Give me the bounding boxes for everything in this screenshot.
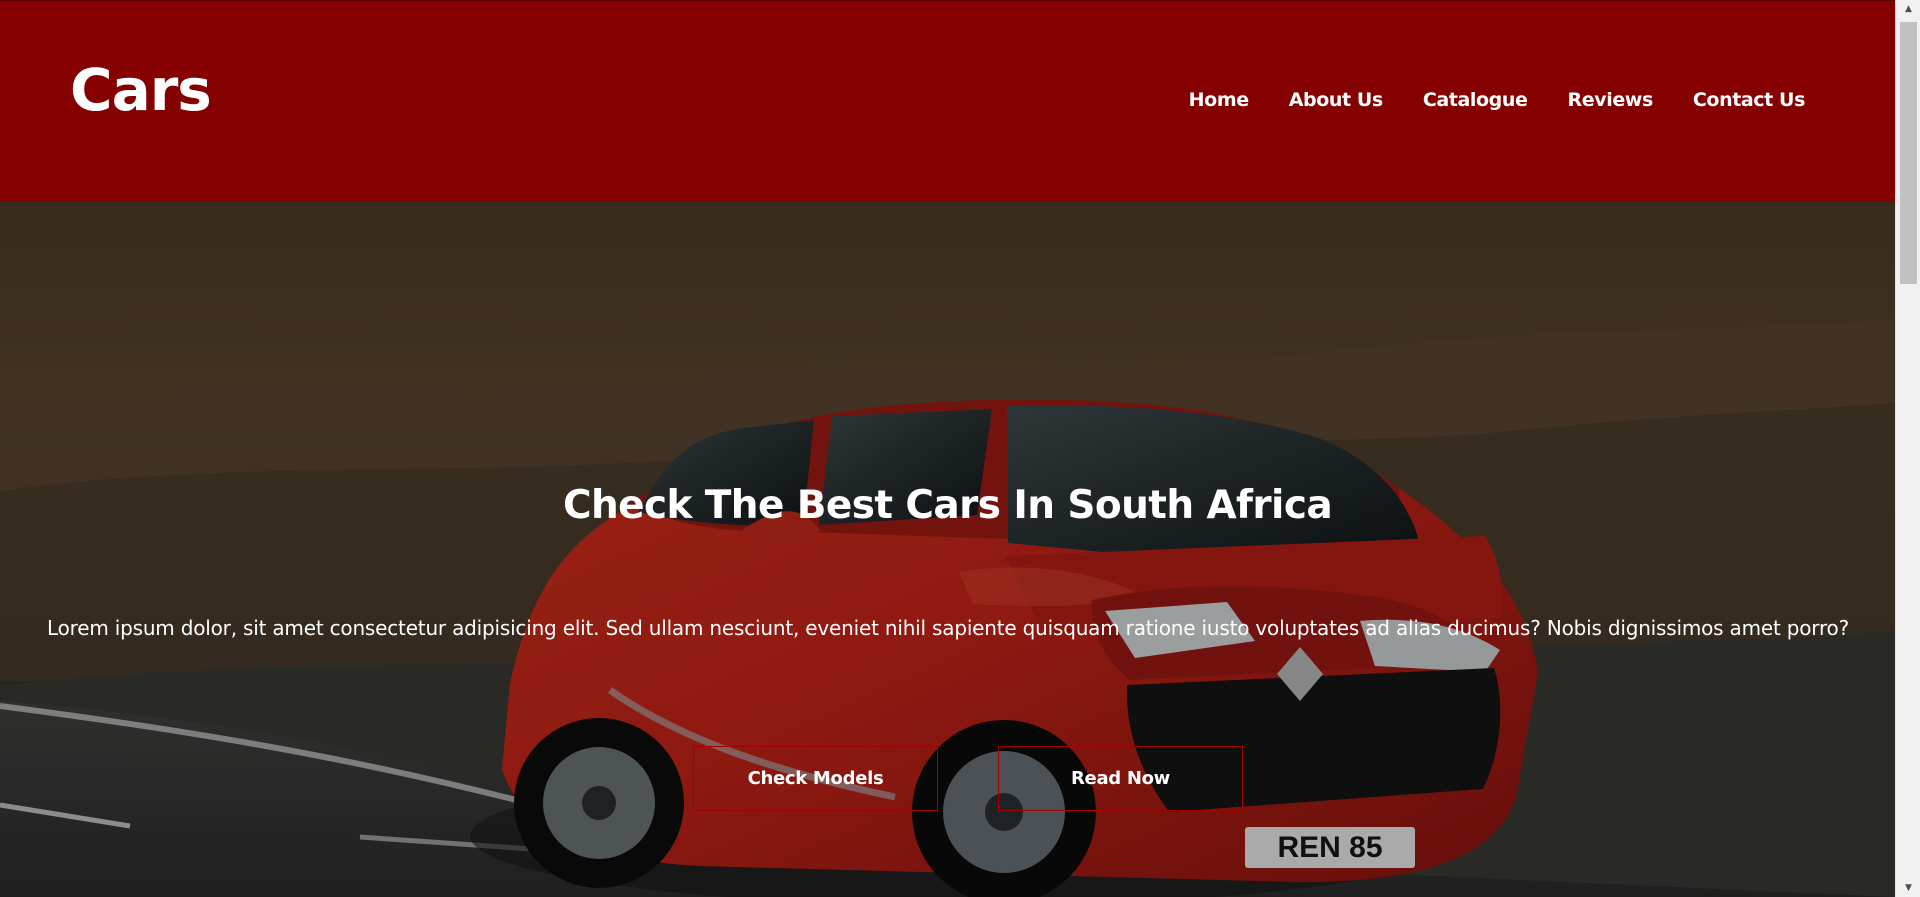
site-logo[interactable]: Cars (70, 61, 212, 119)
page-scrollbar[interactable]: ▲ ▼ (1895, 0, 1920, 897)
scroll-up-icon[interactable]: ▲ (1896, 0, 1920, 18)
scroll-down-icon[interactable]: ▼ (1896, 879, 1920, 897)
nav-reviews-link[interactable]: Reviews (1568, 89, 1654, 111)
hero-actions: Check Models Read Now (693, 746, 1243, 811)
hero-section: REN 85 Check The Best Cars In South Afri… (0, 201, 1895, 897)
site-header: Cars Home About Us Catalogue Reviews Con… (0, 0, 1895, 201)
nav-about-link[interactable]: About Us (1289, 89, 1384, 111)
hero-description: Lorem ipsum dolor, sit amet consectetur … (47, 616, 1849, 640)
scrollbar-thumb[interactable] (1900, 22, 1917, 284)
nav-home-link[interactable]: Home (1189, 89, 1249, 111)
check-models-button[interactable]: Check Models (693, 746, 938, 811)
nav-contact-link[interactable]: Contact Us (1693, 89, 1806, 111)
nav-catalogue-link[interactable]: Catalogue (1423, 89, 1528, 111)
main-navigation: Home About Us Catalogue Reviews Contact … (1189, 89, 1806, 111)
read-now-button[interactable]: Read Now (998, 746, 1243, 811)
page: Cars Home About Us Catalogue Reviews Con… (0, 0, 1920, 897)
hero-title: Check The Best Cars In South Africa (562, 483, 1333, 529)
